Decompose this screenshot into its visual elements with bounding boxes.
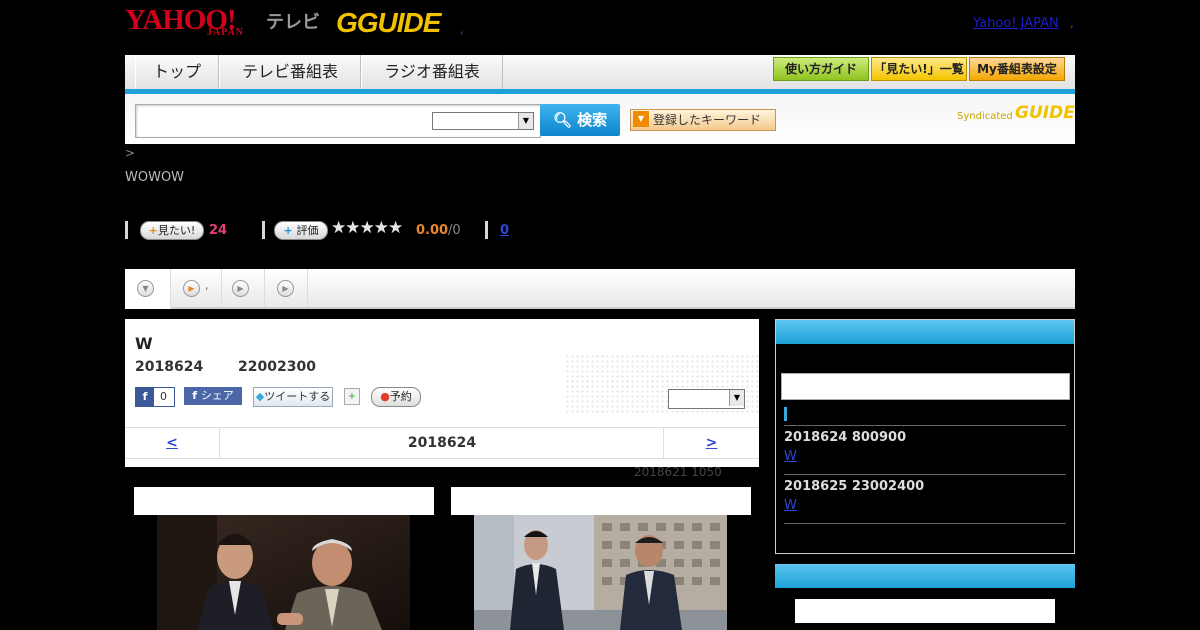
add-calendar-icon[interactable]: + bbox=[344, 388, 360, 405]
next-day-link[interactable]: > bbox=[663, 428, 759, 458]
sidebar-panel-2 bbox=[775, 564, 1075, 630]
broadcast-date: 2018625 23002400 bbox=[784, 479, 925, 494]
current-date: 2018624 bbox=[407, 435, 477, 451]
facebook-share-label: シェア bbox=[200, 389, 234, 402]
divider bbox=[485, 221, 488, 239]
nav-tab-top[interactable]: トップ bbox=[135, 55, 219, 89]
rating-count: /0 bbox=[448, 223, 461, 238]
program-photo-2[interactable] bbox=[474, 515, 727, 630]
facebook-share-button[interactable]: f シェア bbox=[184, 387, 242, 405]
program-time: 22002300 bbox=[238, 359, 316, 375]
subtab-4[interactable]: ▶ bbox=[265, 269, 308, 307]
subtab-2[interactable]: ▶ , bbox=[171, 269, 222, 307]
photo-caption-2 bbox=[451, 487, 751, 515]
rate-button[interactable]: + 評価 bbox=[274, 221, 328, 240]
search-icon: 🔍︎ bbox=[552, 111, 572, 129]
program-subtabs: ▼ ▶ , ▶ ▶ bbox=[125, 269, 1075, 309]
search-button-label: 検索 bbox=[577, 111, 608, 129]
divider bbox=[262, 221, 265, 239]
facebook-icon: f bbox=[136, 388, 154, 406]
header-separator: , bbox=[460, 22, 464, 36]
play-icon: ▶ bbox=[232, 280, 249, 297]
search-button[interactable]: 🔍︎ 検索 bbox=[540, 104, 620, 136]
program-title: W bbox=[135, 334, 153, 353]
plus-icon: + bbox=[283, 224, 297, 237]
program-panel: W 2018624 22002300 f 0 f シェア ◆ツイートする + ●… bbox=[125, 319, 759, 467]
reserve-button[interactable]: ●予約 bbox=[371, 387, 421, 407]
divider bbox=[784, 523, 1066, 524]
yahoo-japan-link[interactable]: Yahoo! JAPAN bbox=[973, 16, 1059, 31]
chevron-down-icon: ▼ bbox=[518, 113, 533, 129]
rating-score: 0.00 bbox=[416, 223, 449, 238]
share-options-select[interactable]: ▼ bbox=[668, 389, 745, 409]
syndicated-label: Syndicated bbox=[957, 111, 1013, 122]
broadcast-link[interactable]: W bbox=[784, 498, 797, 513]
tweet-label: ツイートする bbox=[264, 390, 331, 403]
sidebar-search-input[interactable] bbox=[781, 373, 1070, 400]
search-bar: ▼ 🔍︎ 検索 ▼ 登録したキーワード Syndicated GUIDE bbox=[125, 94, 1075, 144]
search-category-select[interactable]: ▼ bbox=[432, 112, 534, 130]
play-icon: ▶ bbox=[183, 280, 200, 297]
nav-tab-radio-listings[interactable]: ラジオ番組表 bbox=[361, 55, 503, 89]
broadcast-link[interactable]: W bbox=[784, 449, 797, 464]
record-dot-icon: ● bbox=[380, 390, 390, 403]
plus-icon: + bbox=[148, 224, 158, 237]
usage-guide-button[interactable]: 使い方ガイド bbox=[773, 57, 869, 81]
sidebar-2-header bbox=[775, 564, 1075, 588]
divider bbox=[784, 474, 1066, 475]
subtab-3[interactable]: ▶ bbox=[222, 269, 265, 307]
mitai-list-button[interactable]: 「見たい!」一覧 bbox=[871, 57, 967, 81]
mitai-button[interactable]: +見たい! bbox=[140, 221, 204, 240]
broadcast-schedule-panel: 2018624 800900 W 2018625 23002400 W bbox=[775, 319, 1075, 554]
yahoo-japan-logo-sub: JAPAN bbox=[207, 27, 245, 38]
header-link-separator: , bbox=[1070, 16, 1074, 30]
prev-day-link[interactable]: < bbox=[125, 428, 220, 458]
facebook-like-button[interactable]: f 0 bbox=[135, 387, 175, 407]
divider bbox=[784, 425, 1066, 426]
divider bbox=[125, 221, 128, 239]
dropdown-arrow-icon: ▼ bbox=[633, 111, 649, 127]
rate-label: 評価 bbox=[296, 224, 319, 237]
mitai-label: 見たい! bbox=[157, 224, 196, 237]
main-nav: トップ テレビ番組表 ラジオ番組表 使い方ガイド 「見たい!」一覧 My番組表設… bbox=[125, 55, 1075, 94]
program-photo-1[interactable] bbox=[157, 515, 410, 630]
last-updated: 2018621 1050 bbox=[634, 465, 722, 479]
program-photo-1-image bbox=[157, 515, 410, 630]
breadcrumb: > bbox=[125, 146, 136, 160]
sidebar-2-box bbox=[795, 599, 1055, 623]
program-date: 2018624 bbox=[135, 359, 204, 375]
nav-tab-tv-listings[interactable]: テレビ番組表 bbox=[219, 55, 361, 89]
tweet-button[interactable]: ◆ツイートする bbox=[253, 387, 333, 407]
channel-name: WOWOW bbox=[125, 170, 185, 185]
syndicated-gguide-logo: GUIDE bbox=[1015, 103, 1075, 123]
star-rating-icons: ★★★★★ bbox=[331, 218, 403, 238]
registered-keywords-button[interactable]: ▼ 登録したキーワード bbox=[630, 109, 776, 131]
registered-keywords-label: 登録したキーワード bbox=[653, 113, 762, 127]
facebook-like-count: 0 bbox=[160, 390, 167, 403]
twitter-bird-icon: ◆ bbox=[255, 390, 265, 403]
sidebar-header bbox=[776, 320, 1074, 344]
subtab-overview[interactable]: ▼ bbox=[125, 269, 171, 309]
facebook-icon: f bbox=[192, 389, 201, 402]
gguide-logo[interactable]: GGUIDE bbox=[336, 7, 441, 39]
date-navigation: < 2018624 > bbox=[125, 427, 759, 459]
broadcast-date: 2018624 800900 bbox=[784, 430, 907, 445]
chevron-down-icon: ▼ bbox=[729, 390, 744, 406]
chevron-down-icon: ▼ bbox=[137, 280, 154, 297]
reserve-label: 予約 bbox=[389, 390, 412, 403]
tv-label[interactable]: テレビ bbox=[266, 8, 320, 34]
mitai-count: 24 bbox=[209, 223, 228, 238]
photo-caption-1 bbox=[134, 487, 434, 515]
section-marker bbox=[784, 407, 787, 421]
my-listings-settings-button[interactable]: My番組表設定 bbox=[969, 57, 1065, 81]
reviews-link[interactable]: 0 bbox=[500, 223, 509, 238]
program-photo-2-image bbox=[474, 515, 727, 630]
play-icon: ▶ bbox=[277, 280, 294, 297]
subtab-2-label: , bbox=[205, 279, 209, 292]
